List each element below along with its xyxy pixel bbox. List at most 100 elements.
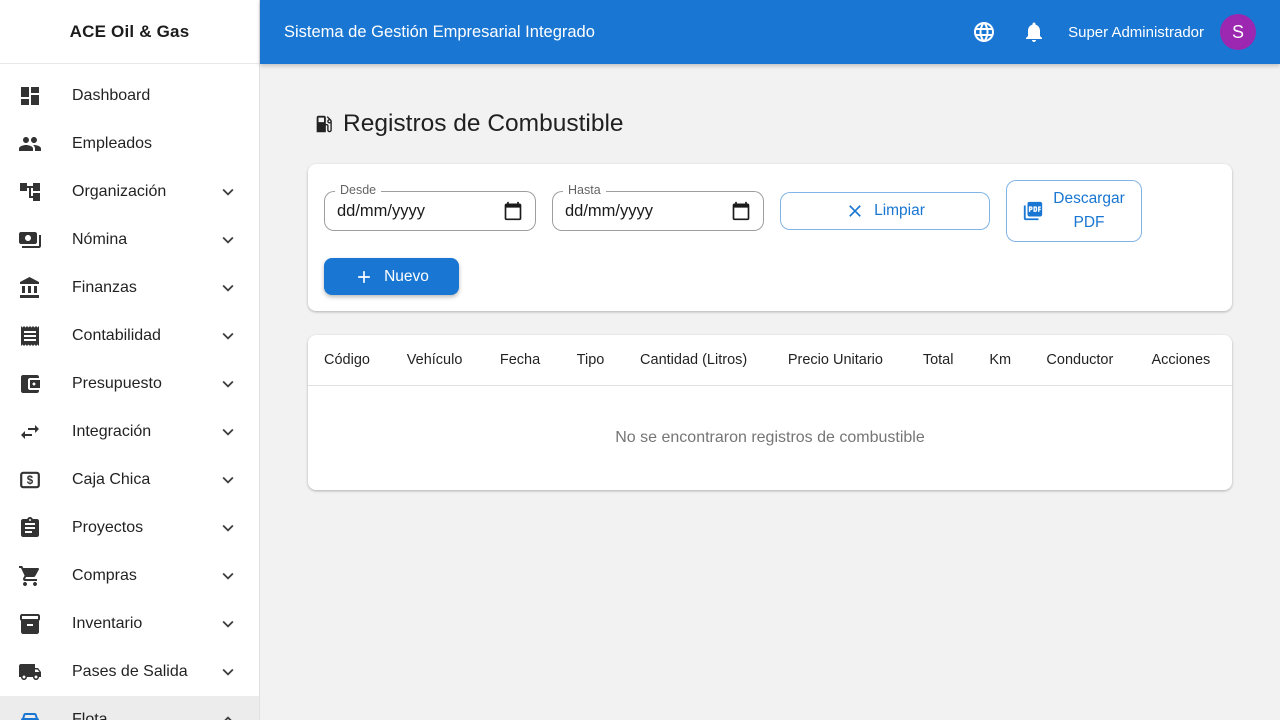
calendar-icon[interactable] (503, 201, 523, 221)
chevron-down-icon (217, 277, 239, 299)
col-fecha: Fecha (483, 335, 561, 387)
swap-icon (18, 420, 42, 444)
sidebar-item-inventario[interactable]: Inventario (0, 600, 259, 648)
filter-card: Desde dd/mm/yyyy Hasta dd/mm/yyyy Limpia… (308, 164, 1232, 312)
topbar: Sistema de Gestión Empresarial Integrado… (260, 0, 1280, 64)
empty-state-message: No se encontraron registros de combustib… (615, 429, 925, 447)
receipt-icon (18, 324, 42, 348)
chevron-down-icon (217, 661, 239, 683)
col-tipo: Tipo (560, 335, 625, 387)
sidebar-item-dashboard[interactable]: Dashboard (0, 72, 259, 120)
sidebar-item-integracion[interactable]: Integración (0, 408, 259, 456)
people-icon (18, 132, 42, 156)
download-pdf-label: Descargar PDF (1053, 190, 1125, 232)
sidebar-item-presupuesto[interactable]: Presupuesto (0, 360, 259, 408)
new-button[interactable]: Nuevo (324, 258, 459, 296)
pdf-icon (1022, 200, 1044, 222)
bell-icon[interactable] (1022, 20, 1046, 44)
inventory-icon (18, 612, 42, 636)
date-from-field[interactable]: Desde dd/mm/yyyy (324, 183, 536, 232)
page-title-text: Registros de Combustible (343, 110, 624, 137)
sidebar-item-organizacion[interactable]: Organización (0, 168, 259, 216)
records-table-card: Código Vehículo Fecha Tipo Cantidad (Lit… (308, 335, 1232, 491)
sidebar: ACE Oil & Gas Dashboard Empleados Organi… (0, 0, 260, 720)
sidebar-item-caja-chica[interactable]: $ Caja Chica (0, 456, 259, 504)
download-pdf-button[interactable]: Descargar PDF (1006, 180, 1142, 243)
plus-icon (354, 267, 374, 287)
close-icon (845, 201, 865, 221)
app-title: Sistema de Gestión Empresarial Integrado (284, 22, 595, 41)
sidebar-item-label: Inventario (72, 615, 143, 632)
empty-state-row: No se encontraron registros de combustib… (308, 386, 1232, 491)
chevron-down-icon (217, 421, 239, 443)
chevron-down-icon (217, 469, 239, 491)
chevron-down-icon (217, 325, 239, 347)
col-codigo: Código (308, 335, 391, 387)
chevron-down-icon (217, 181, 239, 203)
gas-pump-icon (313, 113, 335, 135)
sidebar-item-label: Presupuesto (72, 375, 162, 392)
org-tree-icon (18, 180, 42, 204)
table-header-row: Código Vehículo Fecha Tipo Cantidad (Lit… (308, 335, 1232, 387)
sidebar-item-label: Empleados (72, 135, 153, 152)
sidebar-item-label: Contabilidad (72, 327, 161, 344)
chevron-down-icon (217, 229, 239, 251)
payments-icon (18, 228, 42, 252)
cart-icon (18, 564, 42, 588)
company-logo: ACE Oil & Gas (0, 0, 259, 64)
chevron-down-icon (217, 565, 239, 587)
sidebar-item-empleados[interactable]: Empleados (0, 120, 259, 168)
chevron-down-icon (217, 517, 239, 539)
clear-button-label: Limpiar (874, 202, 925, 220)
col-total: Total (906, 335, 974, 387)
date-to-value: dd/mm/yyyy (565, 201, 654, 220)
sidebar-item-pases-de-salida[interactable]: Pases de Salida (0, 648, 259, 696)
sidebar-nav: Dashboard Empleados Organización Nómina … (0, 64, 259, 720)
dashboard-icon (18, 84, 42, 108)
col-conductor: Conductor (1030, 335, 1136, 387)
app-root: ACE Oil & Gas Dashboard Empleados Organi… (0, 0, 1280, 720)
sidebar-item-label: Proyectos (72, 519, 144, 536)
calendar-icon[interactable] (731, 201, 751, 221)
page-title: Registros de Combustible (313, 110, 1232, 138)
car-icon (18, 708, 42, 720)
bank-icon (18, 276, 42, 300)
sidebar-item-label: Integración (72, 423, 152, 440)
sidebar-item-nomina[interactable]: Nómina (0, 216, 259, 264)
sidebar-item-flota[interactable]: Flota (0, 696, 259, 720)
sidebar-item-compras[interactable]: Compras (0, 552, 259, 600)
cash-box-icon: $ (18, 468, 42, 492)
clear-button[interactable]: Limpiar (780, 192, 990, 231)
sidebar-item-label: Compras (72, 567, 137, 584)
col-vehiculo: Vehículo (390, 335, 484, 387)
content-column: Sistema de Gestión Empresarial Integrado… (260, 0, 1280, 720)
main-content: Registros de Combustible Desde dd/mm/yyy… (260, 64, 1280, 720)
date-from-label: Desde (335, 183, 382, 199)
sidebar-item-contabilidad[interactable]: Contabilidad (0, 312, 259, 360)
user-name[interactable]: Super Administrador (1068, 24, 1204, 41)
col-acciones: Acciones (1135, 335, 1232, 387)
chevron-up-icon (217, 709, 239, 720)
date-to-label: Hasta (563, 183, 606, 199)
truck-icon (18, 660, 42, 684)
chevron-down-icon (217, 373, 239, 395)
sidebar-item-label: Nómina (72, 231, 128, 248)
sidebar-item-label: Finanzas (72, 279, 137, 296)
sidebar-item-label: Organización (72, 183, 167, 200)
sidebar-item-label: Flota (72, 711, 108, 720)
globe-icon[interactable] (972, 20, 996, 44)
avatar[interactable]: S (1220, 14, 1256, 50)
sidebar-item-finanzas[interactable]: Finanzas (0, 264, 259, 312)
sidebar-item-proyectos[interactable]: Proyectos (0, 504, 259, 552)
col-precio-unitario: Precio Unitario (771, 335, 907, 387)
col-km: Km (973, 335, 1031, 387)
records-table: Código Vehículo Fecha Tipo Cantidad (Lit… (308, 335, 1232, 490)
svg-text:$: $ (27, 475, 34, 487)
wallet-icon (18, 372, 42, 396)
sidebar-item-label: Pases de Salida (72, 663, 188, 680)
new-button-label: Nuevo (384, 267, 429, 285)
clipboard-icon (18, 516, 42, 540)
col-cantidad: Cantidad (Litros) (624, 335, 772, 387)
date-to-field[interactable]: Hasta dd/mm/yyyy (552, 183, 764, 232)
sidebar-item-label: Caja Chica (72, 471, 151, 488)
